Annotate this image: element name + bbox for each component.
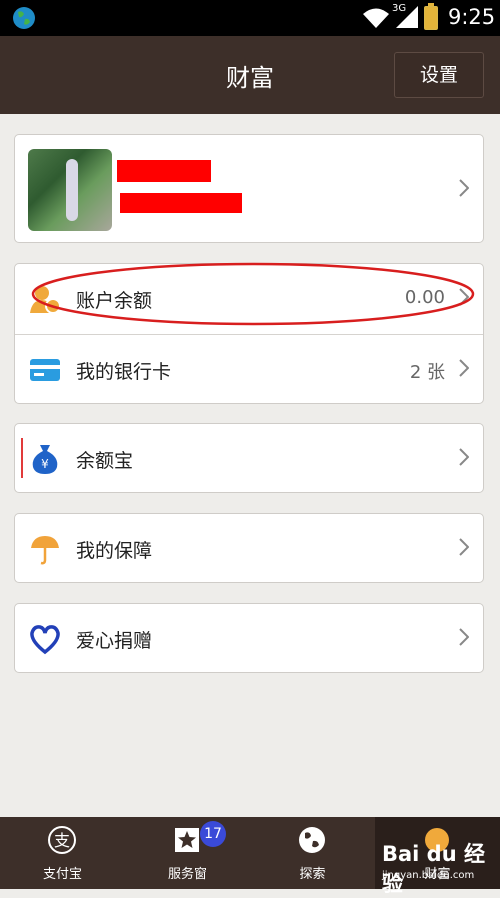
umbrella-icon xyxy=(31,536,59,565)
tab-alipay[interactable]: 支 支付宝 xyxy=(0,817,125,889)
signal-icon xyxy=(396,6,418,28)
tab-service-window[interactable]: 服务窗 xyxy=(125,817,250,889)
donation-row[interactable]: 爱心捐赠 xyxy=(14,603,484,673)
globe-icon xyxy=(299,827,325,853)
account-balance-value: 0.00 xyxy=(404,287,445,308)
clock: 9:25 xyxy=(448,5,496,29)
tab-alipay-label: 支付宝 xyxy=(42,867,82,882)
yuebao-row[interactable]: ¥ 余额宝 xyxy=(14,423,484,493)
tab-service-window-label: 服务窗 xyxy=(167,867,207,882)
avatar xyxy=(28,149,112,231)
heart-icon xyxy=(30,625,60,655)
protection-label: 我的保障 xyxy=(76,540,153,562)
chevron-right-icon xyxy=(459,628,469,646)
globe-icon xyxy=(13,7,35,29)
bank-cards-count: 2 张 xyxy=(409,362,445,383)
redacted-name xyxy=(117,160,211,182)
notification-badge: 17 xyxy=(200,821,226,847)
tab-explore-label: 探索 xyxy=(299,867,326,882)
bank-card-icon xyxy=(30,359,60,381)
settings-button[interactable]: 设置 xyxy=(394,52,484,98)
tab-explore[interactable]: 探索 xyxy=(250,817,375,889)
alipay-icon: 支 xyxy=(48,826,76,854)
star-window-icon xyxy=(175,828,199,852)
balance-group: 账户余额 0.00 我的银行卡 2 张 xyxy=(14,263,484,404)
redacted-account xyxy=(120,193,242,213)
chevron-right-icon xyxy=(459,179,469,197)
bank-cards-label: 我的银行卡 xyxy=(76,361,172,383)
wifi-icon xyxy=(363,8,389,28)
bank-cards-row[interactable]: 我的银行卡 2 张 xyxy=(15,335,483,405)
status-bar: 3G 9:25 xyxy=(0,0,500,36)
watermark-brand: Bai du 经验 xyxy=(382,842,485,896)
watermark-url: jingyan.baidu.com xyxy=(382,870,475,881)
chevron-right-icon xyxy=(459,448,469,466)
yuebao-label: 余额宝 xyxy=(76,450,134,472)
protection-row[interactable]: 我的保障 xyxy=(14,513,484,583)
chevron-right-icon xyxy=(459,538,469,556)
account-balance-row[interactable]: 账户余额 0.00 xyxy=(15,264,483,334)
svg-text:支: 支 xyxy=(54,831,70,850)
donation-label: 爱心捐赠 xyxy=(76,630,153,652)
person-coin-icon xyxy=(30,286,61,314)
svg-text:¥: ¥ xyxy=(41,457,49,471)
chevron-right-icon xyxy=(459,288,469,306)
battery-icon xyxy=(424,3,438,30)
chevron-right-icon xyxy=(459,359,469,377)
app-header: 财富 设置 xyxy=(0,36,500,114)
profile-card[interactable] xyxy=(14,134,484,243)
money-bag-icon: ¥ xyxy=(32,445,58,474)
account-balance-label: 账户余额 xyxy=(76,290,153,312)
baidu-watermark: Bai du 经验 jingyan.baidu.com xyxy=(382,832,497,896)
